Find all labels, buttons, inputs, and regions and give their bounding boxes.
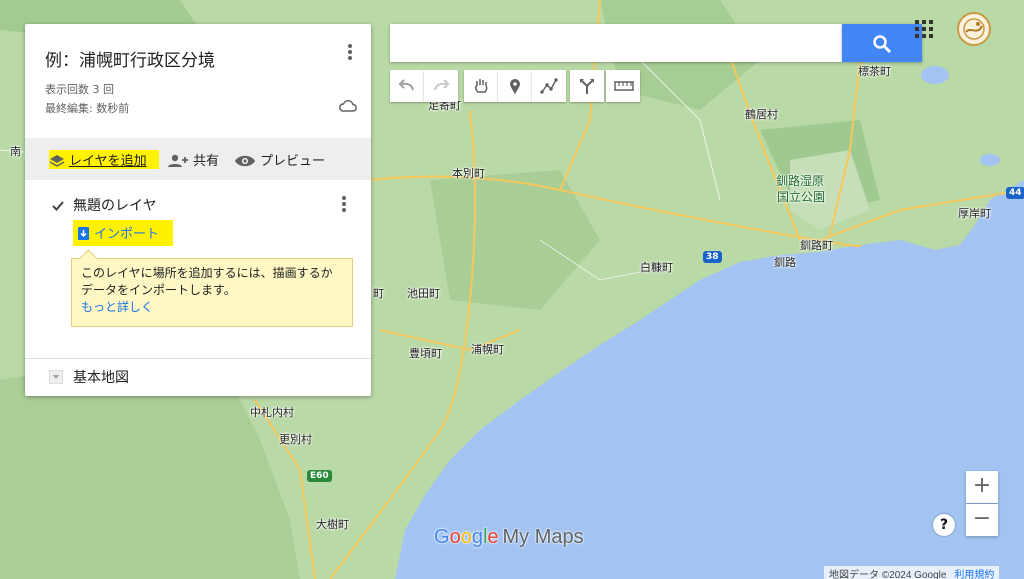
import-file-icon — [78, 227, 89, 240]
cloud-saved-icon — [339, 98, 357, 117]
layer-name-label: 無題のレイヤ — [73, 198, 157, 214]
hand-icon — [474, 79, 488, 93]
park-label: 国立公園 — [777, 190, 826, 204]
place-label: 池田町 — [407, 287, 440, 300]
layer-tip-box: このレイヤに場所を追加するには、描画するかデータをインポートします。 もっと詳し… — [71, 258, 353, 327]
redo-button[interactable] — [424, 70, 458, 102]
import-link[interactable]: インポート — [73, 220, 173, 246]
search-input[interactable] — [390, 24, 842, 62]
eye-icon — [235, 155, 255, 167]
tip-text: このレイヤに場所を追加するには、描画するかデータをインポートします。 — [81, 266, 333, 297]
marker-icon — [510, 79, 520, 94]
last-edited: 最終編集: 数秒前 — [45, 102, 130, 115]
measure-button[interactable] — [606, 70, 640, 102]
share-button[interactable]: 共有 — [167, 150, 219, 169]
terms-link[interactable]: 利用規約 — [954, 570, 994, 579]
place-label: 標茶町 — [858, 65, 891, 78]
place-label: 大樹町 — [316, 518, 349, 531]
place-label: 中札内村 — [250, 406, 294, 419]
layer-name[interactable]: 無題のレイヤ — [73, 195, 157, 215]
import-label: インポート — [94, 227, 160, 242]
draw-line-button[interactable] — [532, 70, 566, 102]
layers-icon — [49, 155, 65, 167]
map-options-icon[interactable] — [343, 42, 357, 66]
route-shield: 44 — [1006, 187, 1024, 199]
add-layer-button[interactable]: レイヤを追加 — [49, 150, 159, 169]
google-my-maps-logo: Google My Maps — [434, 526, 584, 548]
view-count: 表示回数 3 回 — [45, 83, 114, 96]
place-label: 南 — [10, 145, 21, 158]
place-label: 鶴居村 — [745, 108, 778, 121]
place-label: 釧路町 — [800, 239, 833, 252]
route-shield: E60 — [307, 470, 332, 482]
place-label: 釧路 — [774, 256, 796, 269]
map-details-panel: 例：浦幌町行政区分境 表示回数 3 回 最終編集: 数秒前 レイヤを追加 共有 … — [25, 24, 371, 396]
base-map-toggle[interactable]: 基本地図 — [49, 367, 129, 387]
layer-options-icon[interactable] — [339, 194, 349, 216]
zoom-in-button[interactable]: + — [966, 471, 998, 503]
layer-visibility-checkbox[interactable] — [51, 198, 65, 212]
expand-arrow-icon — [49, 370, 63, 384]
place-label: 厚岸町 — [958, 207, 991, 220]
place-label: 豊頃町 — [409, 347, 442, 360]
place-label: 更別村 — [279, 433, 312, 446]
ruler-icon — [614, 81, 634, 91]
add-person-icon — [168, 154, 188, 167]
preview-button[interactable]: プレビュー — [234, 150, 325, 169]
panel-action-bar: レイヤを追加 共有 プレビュー — [25, 138, 371, 180]
apps-grid-icon[interactable] — [915, 20, 933, 38]
map-title[interactable]: 例：浦幌町行政区分境 — [45, 46, 215, 71]
zoom-out-button[interactable]: − — [966, 504, 998, 536]
help-icon[interactable]: ? — [933, 514, 955, 536]
panel-divider — [25, 358, 371, 359]
add-layer-label: レイヤを追加 — [69, 154, 147, 169]
search-button[interactable] — [842, 24, 922, 62]
place-label: 町 — [373, 287, 384, 300]
directions-icon — [580, 79, 594, 94]
place-label: 浦幌町 — [471, 343, 504, 356]
map-data-credit: 地図データ ©2024 Google — [829, 570, 947, 579]
redo-icon — [434, 79, 450, 91]
add-marker-button[interactable] — [498, 70, 532, 102]
account-avatar[interactable] — [957, 12, 991, 46]
map-attribution: 地図データ ©2024 Google 利用規約 — [824, 566, 1000, 579]
share-label: 共有 — [193, 154, 220, 169]
park-label: 釧路湿原 — [776, 174, 825, 188]
route-shield: 38 — [703, 251, 722, 263]
select-items-button[interactable] — [464, 70, 498, 102]
undo-icon — [398, 79, 414, 91]
learn-more-link[interactable]: もっと詳しく — [81, 300, 153, 314]
undo-button[interactable] — [390, 70, 424, 102]
search-icon — [873, 35, 892, 54]
draw-line-icon — [540, 78, 558, 94]
place-label: 白糠町 — [640, 261, 673, 274]
place-label: 本別町 — [452, 167, 485, 180]
add-directions-button[interactable] — [570, 70, 604, 102]
preview-label: プレビュー — [260, 154, 326, 169]
base-map-label: 基本地図 — [73, 370, 129, 386]
